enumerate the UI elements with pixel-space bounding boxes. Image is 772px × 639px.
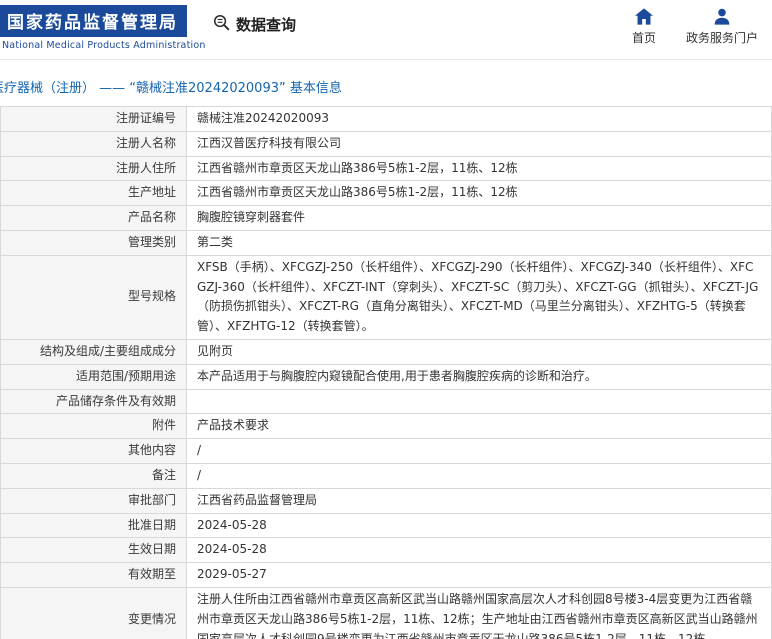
row-value: 江西省赣州市章贡区天龙山路386号5栋1-2层，11栋、12栋 xyxy=(186,180,772,207)
row-label-cell: 结构及组成/主要组成成分 xyxy=(0,338,187,365)
table-row: 审批部门 江西省药品监督管理局 xyxy=(0,487,772,514)
table-row: 变更情况 注册人住所由江西省赣州市章贡区高新区武当山路赣州国家高层次人才科创园8… xyxy=(0,586,772,639)
row-label: 附件 xyxy=(151,418,176,433)
info-table: 注册证编号 赣械注准20242020093 注册人名称 江西汉普医疗科技有限公司… xyxy=(0,106,772,639)
row-label-cell: 审批部门 xyxy=(0,487,187,514)
row-value: 见附页 xyxy=(186,338,772,365)
row-value xyxy=(186,388,772,415)
row-label: 生效日期 xyxy=(127,542,176,557)
table-row: 其他内容 / xyxy=(0,438,772,464)
nav-portal-label: 政务服务门户 xyxy=(685,31,758,45)
nav-home-label: 首页 xyxy=(631,31,656,45)
home-icon xyxy=(634,7,653,25)
info-table-body: 注册证编号 赣械注准20242020093 注册人名称 江西汉普医疗科技有限公司… xyxy=(0,106,772,639)
row-label-cell: 型号规格 xyxy=(0,254,187,340)
table-row: 附件 产品技术要求 xyxy=(0,413,772,440)
data-query-icon xyxy=(212,13,231,36)
row-value: 本产品适用于与胸腹腔内窥镜配合使用,用于患者胸腹腔疾病的诊断和治疗。 xyxy=(186,363,772,390)
page: 国家药品监督管理局 National Medical Products Admi… xyxy=(0,0,772,639)
table-row: 备注 / xyxy=(0,462,772,489)
row-label-cell: 其他内容 xyxy=(0,438,187,464)
row-label-cell: 生产地址 xyxy=(0,180,187,207)
section-title-label: 数据查询 xyxy=(236,16,297,34)
top-nav: 首页 政务服务门户 xyxy=(632,7,758,46)
row-label: 结构及组成/主要组成成分 xyxy=(39,343,176,358)
row-label-cell: 有效期至 xyxy=(0,562,187,588)
breadcrumb: 医疗器械（注册） —— “赣械注准20242020093” 基本信息 xyxy=(0,81,342,96)
row-label-cell: 产品储存条件及有效期 xyxy=(0,388,187,415)
table-row: 注册人住所 江西省赣州市章贡区天龙山路386号5栋1-2层，11栋、12栋 xyxy=(0,155,772,182)
table-row: 批准日期 2024-05-28 xyxy=(0,512,772,539)
row-value: 赣械注准20242020093 xyxy=(186,106,772,132)
row-label: 变更情况 xyxy=(127,611,176,626)
row-label-cell: 生效日期 xyxy=(0,537,187,564)
table-row: 产品储存条件及有效期 xyxy=(0,388,772,415)
row-label-cell: 批准日期 xyxy=(0,512,187,539)
row-label-cell: 管理类别 xyxy=(0,229,187,256)
row-label-cell: 产品名称 xyxy=(0,205,187,231)
row-label: 生产地址 xyxy=(127,185,176,200)
row-value: 江西省药品监督管理局 xyxy=(186,487,772,514)
logo-title: 国家药品监督管理局 xyxy=(0,5,187,37)
row-label-cell: 注册人名称 xyxy=(0,130,187,157)
row-value: 注册人住所由江西省赣州市章贡区高新区武当山路赣州国家高层次人才科创园8号楼3-4… xyxy=(186,586,772,639)
nav-portal[interactable]: 政务服务门户 xyxy=(686,7,758,46)
row-label: 注册人住所 xyxy=(115,160,176,175)
row-label: 审批部门 xyxy=(127,492,176,507)
row-label: 批准日期 xyxy=(127,517,176,532)
row-label: 备注 xyxy=(151,467,176,482)
row-label: 注册人名称 xyxy=(115,135,176,150)
row-label: 注册证编号 xyxy=(115,111,176,125)
row-value: XFSB（手柄）、XFCGZJ-250（长杆组件）、XFCGZJ-290（长杆组… xyxy=(186,254,772,340)
table-row: 型号规格 XFSB（手柄）、XFCGZJ-250（长杆组件）、XFCGZJ-29… xyxy=(0,254,772,340)
row-value: 产品技术要求 xyxy=(186,413,772,440)
row-label: 产品储存条件及有效期 xyxy=(55,393,176,408)
table-row: 结构及组成/主要组成成分 见附页 xyxy=(0,338,772,365)
row-value: 胸腹腔镜穿刺器套件 xyxy=(186,205,772,231)
table-row: 注册人名称 江西汉普医疗科技有限公司 xyxy=(0,130,772,157)
row-label: 管理类别 xyxy=(127,234,176,249)
row-label: 型号规格 xyxy=(127,289,176,304)
row-label: 有效期至 xyxy=(127,567,176,582)
logo-subtitle: National Medical Products Administration xyxy=(2,40,206,51)
row-value: / xyxy=(186,462,772,489)
row-label-cell: 注册人住所 xyxy=(0,155,187,182)
table-row: 有效期至 2029-05-27 xyxy=(0,562,772,588)
table-row: 生产地址 江西省赣州市章贡区天龙山路386号5栋1-2层，11栋、12栋 xyxy=(0,180,772,207)
row-label: 其他内容 xyxy=(127,443,176,458)
row-label-cell: 备注 xyxy=(0,462,187,489)
row-label-cell: 注册证编号 xyxy=(0,106,187,132)
table-row: 适用范围/预期用途 本产品适用于与胸腹腔内窥镜配合使用,用于患者胸腹腔疾病的诊断… xyxy=(0,363,772,390)
row-value: 江西省赣州市章贡区天龙山路386号5栋1-2层，11栋、12栋 xyxy=(186,155,772,182)
row-value: / xyxy=(186,438,772,464)
user-icon xyxy=(713,7,731,25)
table-row: 产品名称 胸腹腔镜穿刺器套件 xyxy=(0,205,772,231)
table-row: 注册证编号 赣械注准20242020093 xyxy=(0,106,772,132)
nmpa-logo: 国家药品监督管理局 National Medical Products Admi… xyxy=(0,5,206,51)
section-title: 数据查询 xyxy=(212,13,296,36)
row-value: 江西汉普医疗科技有限公司 xyxy=(186,130,772,157)
row-label-cell: 变更情况 xyxy=(0,586,187,639)
table-row: 管理类别 第二类 xyxy=(0,229,772,256)
row-label-cell: 附件 xyxy=(0,413,187,440)
nav-home[interactable]: 首页 xyxy=(632,7,656,46)
row-value: 2024-05-28 xyxy=(186,512,772,539)
table-row: 生效日期 2024-05-28 xyxy=(0,537,772,564)
row-label: 适用范围/预期用途 xyxy=(75,368,176,383)
row-label-cell: 适用范围/预期用途 xyxy=(0,363,187,390)
row-value: 2024-05-28 xyxy=(186,537,772,564)
row-value: 第二类 xyxy=(186,229,772,256)
top-header: 国家药品监督管理局 National Medical Products Admi… xyxy=(0,0,772,60)
row-label: 产品名称 xyxy=(127,210,176,225)
row-value: 2029-05-27 xyxy=(186,562,772,588)
